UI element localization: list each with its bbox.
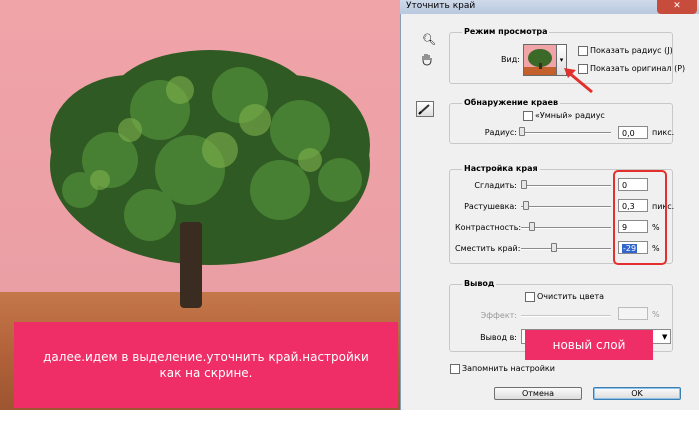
ok-button[interactable]: OK (593, 387, 681, 400)
show-radius-label: Показать радиус (J) (590, 46, 673, 55)
shift-edge-slider-track[interactable] (521, 248, 611, 250)
feather-label: Растушевка: (464, 202, 517, 211)
view-label: Вид: (501, 55, 520, 64)
remember-settings-label: Запомнить настройки (462, 364, 555, 373)
edge-detection-legend: Обнаружение краев (462, 98, 561, 107)
feather-slider-thumb[interactable] (523, 201, 529, 210)
effect-unit: % (652, 310, 660, 319)
contrast-label: Контрастность: (455, 223, 522, 232)
smooth-slider-thumb[interactable] (521, 180, 527, 189)
hand-tool-icon[interactable] (420, 52, 434, 66)
effect-slider-track[interactable] (521, 315, 611, 317)
smart-radius-label: «Умный» радиус (535, 111, 605, 120)
radius-input[interactable]: 0,0 (618, 126, 648, 139)
dialog-title: Уточнить край (406, 1, 476, 11)
decontaminate-label: Очистить цвета (537, 292, 605, 301)
output-legend: Вывод (462, 279, 497, 288)
tree-canopy (50, 50, 370, 265)
refine-radius-tool-icon[interactable] (416, 101, 434, 117)
remember-settings-checkbox[interactable] (450, 364, 460, 374)
cancel-button[interactable]: Отмена (494, 387, 582, 400)
radius-unit: пикс. (652, 128, 675, 137)
smooth-slider-track[interactable] (521, 185, 611, 187)
tree-trunk (180, 222, 202, 308)
highlight-box (613, 170, 667, 265)
bottom-strip (0, 410, 699, 428)
radius-slider-track[interactable] (521, 132, 611, 134)
edge-adjust-legend: Настройка края (462, 164, 540, 173)
contrast-slider-thumb[interactable] (529, 222, 535, 231)
output-to-value-overlay: новый слой (525, 330, 653, 360)
show-radius-checkbox[interactable] (578, 46, 588, 56)
output-to-label: Вывод в: (480, 333, 517, 342)
smart-radius-checkbox[interactable] (523, 111, 533, 121)
caption-banner: далее.идем в выделение.уточнить край.нас… (14, 322, 398, 408)
smooth-label: Сгладить: (474, 181, 517, 190)
view-mode-thumbnail[interactable] (523, 44, 557, 76)
show-original-label: Показать оригинал (P) (590, 64, 686, 73)
radius-slider-thumb[interactable] (519, 127, 525, 136)
annotation-arrow-icon (564, 68, 593, 94)
shift-edge-label: Сместить край: (455, 244, 521, 253)
effect-input[interactable] (618, 307, 648, 320)
feather-slider-track[interactable] (521, 206, 611, 208)
view-mode-legend: Режим просмотра (462, 27, 550, 36)
effect-label: Эффект: (480, 311, 517, 320)
shift-edge-slider-thumb[interactable] (551, 243, 557, 252)
decontaminate-checkbox[interactable] (525, 292, 535, 302)
close-button[interactable]: ✕ (657, 0, 697, 14)
zoom-tool-icon[interactable]: 🔍︎ (422, 33, 436, 46)
radius-label: Радиус: (484, 128, 517, 137)
output-to-chevron-icon[interactable]: ▼ (662, 333, 667, 341)
